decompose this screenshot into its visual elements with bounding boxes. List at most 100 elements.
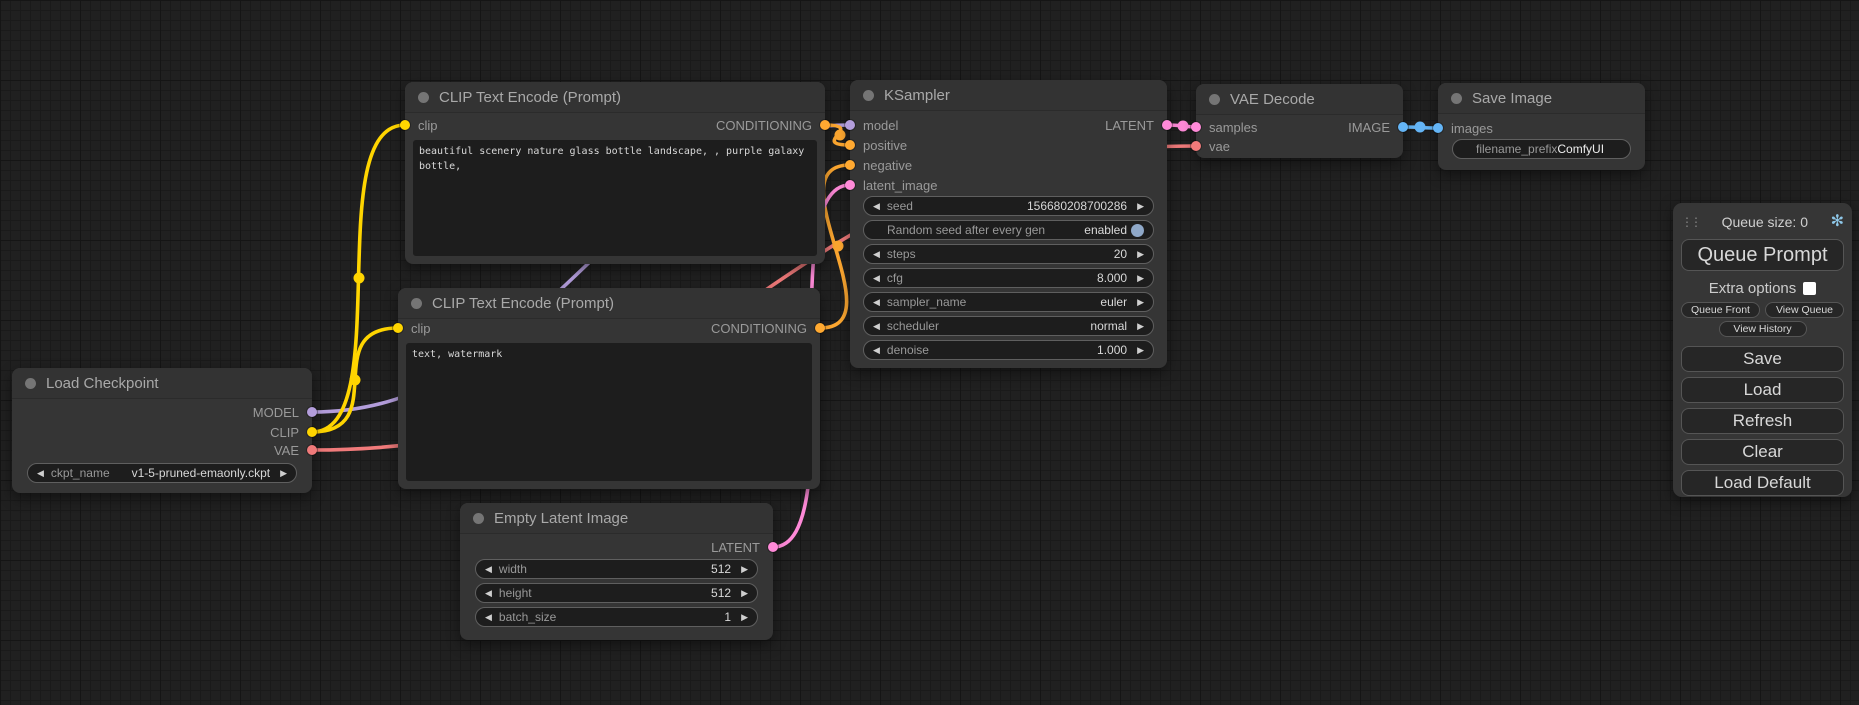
increment-arrow-icon[interactable]: ▶ [1137,322,1144,331]
output-port-latent[interactable]: LATENT [711,538,778,556]
prompt-textarea[interactable]: beautiful scenery nature glass bottle la… [413,140,817,256]
increment-arrow-icon[interactable]: ▶ [1137,298,1144,307]
widget-sampler-name[interactable]: ◀ sampler_name euler ▶ [863,292,1154,312]
load-default-button[interactable]: Load Default [1681,470,1844,496]
decrement-arrow-icon[interactable]: ◀ [873,250,880,259]
output-port-image[interactable]: IMAGE [1348,118,1408,136]
output-port-latent[interactable]: LATENT [1105,116,1172,134]
node-title-bar[interactable]: Empty Latent Image [460,503,773,534]
port-dot-icon[interactable] [1433,123,1443,133]
decrement-arrow-icon[interactable]: ◀ [873,202,880,211]
node-collapse-dot-icon[interactable] [411,298,422,309]
increment-arrow-icon[interactable]: ▶ [280,469,287,478]
port-dot-icon[interactable] [768,542,778,552]
decrement-arrow-icon[interactable]: ◀ [873,346,880,355]
decrement-arrow-icon[interactable]: ◀ [873,274,880,283]
port-dot-icon[interactable] [845,160,855,170]
increment-arrow-icon[interactable]: ▶ [1137,250,1144,259]
input-port-model[interactable]: model [845,116,898,134]
port-dot-icon[interactable] [845,180,855,190]
node-collapse-dot-icon[interactable] [25,378,36,389]
input-port-negative[interactable]: negative [845,156,912,174]
widget-batch-size[interactable]: ◀ batch_size 1 ▶ [475,607,758,627]
widget-ckpt-name[interactable]: ◀ ckpt_name v1-5-pruned-emaonly.ckpt ▶ [27,463,297,483]
refresh-button[interactable]: Refresh [1681,408,1844,434]
queue-front-button[interactable]: Queue Front [1681,302,1760,318]
port-dot-icon[interactable] [1398,122,1408,132]
decrement-arrow-icon[interactable]: ◀ [873,322,880,331]
port-dot-icon[interactable] [845,120,855,130]
widget-width[interactable]: ◀ width 512 ▶ [475,559,758,579]
increment-arrow-icon[interactable]: ▶ [741,613,748,622]
port-dot-icon[interactable] [820,120,830,130]
port-dot-icon[interactable] [815,323,825,333]
node-load-checkpoint[interactable]: Load Checkpoint MODEL CLIP VAE ◀ ckpt_na… [12,368,312,493]
input-port-clip[interactable]: clip [400,116,438,134]
decrement-arrow-icon[interactable]: ◀ [873,298,880,307]
view-history-button[interactable]: View History [1719,321,1807,337]
node-ksampler[interactable]: KSampler model positive negative latent_… [850,80,1167,368]
prompt-textarea[interactable]: text, watermark [406,343,812,481]
toggle-icon[interactable] [1131,224,1144,237]
widget-steps[interactable]: ◀ steps 20 ▶ [863,244,1154,264]
queue-prompt-button[interactable]: Queue Prompt [1681,239,1844,271]
extra-options-checkbox[interactable] [1803,282,1816,295]
widget-height[interactable]: ◀ height 512 ▶ [475,583,758,603]
save-button[interactable]: Save [1681,346,1844,372]
widget-scheduler[interactable]: ◀ scheduler normal ▶ [863,316,1154,336]
node-collapse-dot-icon[interactable] [1451,93,1462,104]
output-port-vae[interactable]: VAE [274,441,317,459]
output-port-conditioning[interactable]: CONDITIONING [711,319,825,337]
output-port-clip[interactable]: CLIP [270,423,317,441]
increment-arrow-icon[interactable]: ▶ [1137,274,1144,283]
widget-denoise[interactable]: ◀ denoise 1.000 ▶ [863,340,1154,360]
load-button[interactable]: Load [1681,377,1844,403]
port-dot-icon[interactable] [307,427,317,437]
node-collapse-dot-icon[interactable] [418,92,429,103]
decrement-arrow-icon[interactable]: ◀ [485,613,492,622]
decrement-arrow-icon[interactable]: ◀ [485,565,492,574]
node-clip-text-encode-negative[interactable]: CLIP Text Encode (Prompt) clip CONDITION… [398,288,820,489]
node-title-bar[interactable]: Save Image [1438,83,1645,114]
widget-cfg[interactable]: ◀ cfg 8.000 ▶ [863,268,1154,288]
port-dot-icon[interactable] [1162,120,1172,130]
node-clip-text-encode-positive[interactable]: CLIP Text Encode (Prompt) clip CONDITION… [405,82,825,264]
widget-seed[interactable]: ◀ seed 156680208700286 ▶ [863,196,1154,216]
port-dot-icon[interactable] [845,140,855,150]
port-dot-icon[interactable] [393,323,403,333]
input-port-clip[interactable]: clip [393,319,431,337]
port-dot-icon[interactable] [307,407,317,417]
node-title-bar[interactable]: CLIP Text Encode (Prompt) [398,288,820,319]
input-port-vae[interactable]: vae [1191,137,1230,155]
view-queue-button[interactable]: View Queue [1765,302,1844,318]
node-collapse-dot-icon[interactable] [473,513,484,524]
increment-arrow-icon[interactable]: ▶ [1137,202,1144,211]
widget-filename-prefix[interactable]: filename_prefix ComfyUI [1452,139,1631,159]
increment-arrow-icon[interactable]: ▶ [741,589,748,598]
node-title-bar[interactable]: Load Checkpoint [12,368,312,399]
port-dot-icon[interactable] [400,120,410,130]
decrement-arrow-icon[interactable]: ◀ [485,589,492,598]
decrement-arrow-icon[interactable]: ◀ [37,469,44,478]
input-port-images[interactable]: images [1433,119,1493,137]
port-dot-icon[interactable] [1191,122,1201,132]
node-title-bar[interactable]: VAE Decode [1196,84,1403,115]
port-dot-icon[interactable] [1191,141,1201,151]
increment-arrow-icon[interactable]: ▶ [741,565,748,574]
drag-handle-icon[interactable]: ⋮⋮ [1681,215,1699,229]
clear-button[interactable]: Clear [1681,439,1844,465]
node-empty-latent-image[interactable]: Empty Latent Image LATENT ◀ width 512 ▶ … [460,503,773,640]
node-title-bar[interactable]: KSampler [850,80,1167,111]
input-port-latent-image[interactable]: latent_image [845,176,937,194]
port-dot-icon[interactable] [307,445,317,455]
node-collapse-dot-icon[interactable] [863,90,874,101]
node-collapse-dot-icon[interactable] [1209,94,1220,105]
output-port-conditioning[interactable]: CONDITIONING [716,116,830,134]
output-port-model[interactable]: MODEL [253,403,317,421]
input-port-samples[interactable]: samples [1191,118,1257,136]
widget-random-seed-toggle[interactable]: Random seed after every gen enabled [863,220,1154,240]
input-port-positive[interactable]: positive [845,136,907,154]
node-vae-decode[interactable]: VAE Decode samples vae IMAGE [1196,84,1403,158]
node-title-bar[interactable]: CLIP Text Encode (Prompt) [405,82,825,113]
increment-arrow-icon[interactable]: ▶ [1137,346,1144,355]
